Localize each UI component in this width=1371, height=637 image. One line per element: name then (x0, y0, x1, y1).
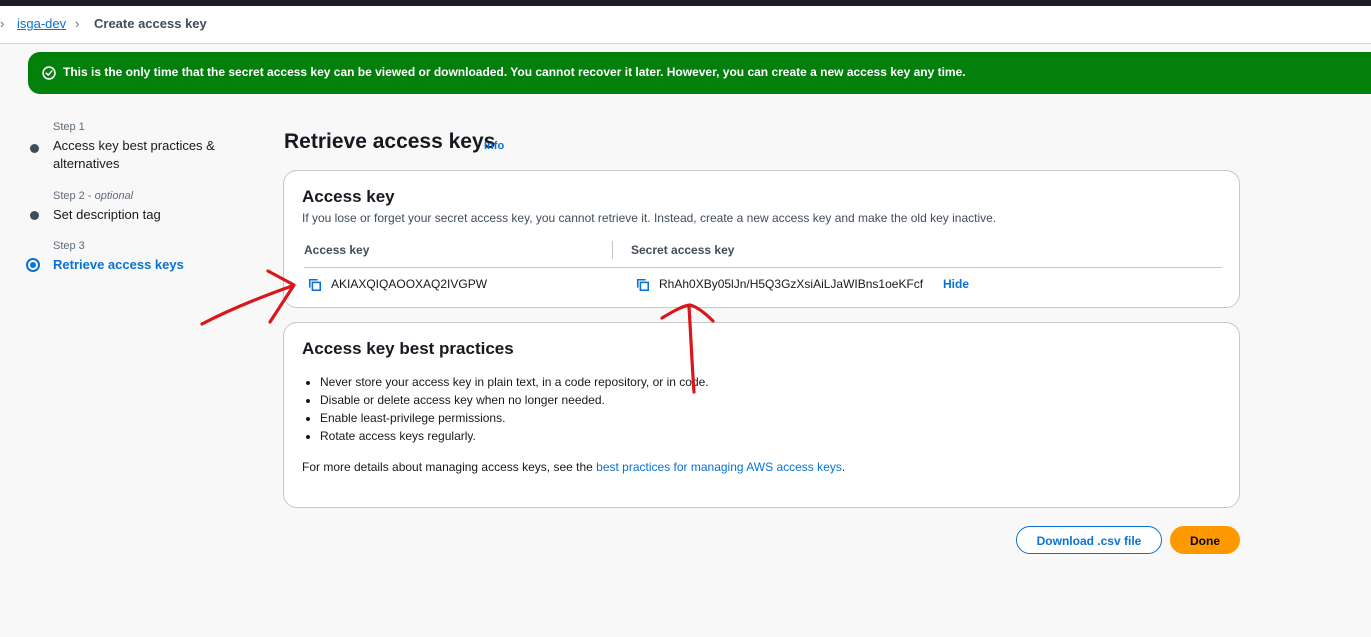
column-header-access-key: Access key (304, 243, 370, 257)
list-item: Enable least-privilege permissions. (320, 409, 709, 427)
best-practices-list: Never store your access key in plain tex… (302, 373, 709, 445)
flashbar-message: This is the only time that the secret ac… (63, 65, 966, 79)
step-label: Step 2 - optional (53, 190, 134, 202)
success-flashbar: This is the only time that the secret ac… (28, 52, 1371, 94)
step-name: Set description tag (53, 207, 161, 222)
access-key-description: If you lose or forget your secret access… (302, 211, 997, 225)
secret-access-key-value: RhAh0XBy05lJn/H5Q3GzXsiAiLJaWIBns1oeKFcf (659, 277, 924, 291)
copy-icon[interactable] (636, 278, 650, 292)
list-item: Disable or delete access key when no lon… (320, 391, 709, 409)
chevron-right-icon: › (0, 16, 5, 31)
best-practices-heading: Access key best practices (302, 339, 514, 358)
best-practices-link[interactable]: best practices for managing AWS access k… (596, 460, 842, 474)
list-item: Rotate access keys regularly. (320, 427, 709, 445)
check-circle-icon (42, 66, 56, 80)
copy-icon[interactable] (308, 278, 322, 292)
download-csv-button[interactable]: Download .csv file (1016, 526, 1162, 554)
more-details-text: For more details about managing access k… (302, 460, 846, 474)
page-title: Retrieve access keys (284, 130, 496, 153)
done-button[interactable]: Done (1170, 526, 1240, 554)
best-practices-container: Access key best practices Never store yo… (283, 322, 1240, 508)
key-table-header: Access key Secret access key (304, 241, 1222, 268)
step-current-icon (26, 258, 40, 272)
table-row: AKIAXQIQAOOXAQ2IVGPW RhAh0XBy05lJn/H5Q3G… (304, 277, 1222, 297)
access-key-container: Access key If you lose or forget your se… (283, 170, 1240, 308)
step-name: Retrieve access keys (53, 257, 184, 272)
list-item: Never store your access key in plain tex… (320, 373, 709, 391)
step-dot-icon (30, 144, 39, 153)
breadcrumb-current: Create access key (94, 16, 207, 31)
breadcrumb: › isga-dev › Create access key (0, 6, 1371, 44)
step-name: Access key best practices & alternatives (53, 138, 215, 171)
column-divider (612, 241, 613, 259)
access-key-heading: Access key (302, 187, 395, 206)
step-label: Step 3 (53, 240, 85, 252)
info-link[interactable]: Info (484, 140, 504, 152)
access-key-value: AKIAXQIQAOOXAQ2IVGPW (331, 277, 488, 291)
step-dot-icon (30, 211, 39, 220)
column-header-secret: Secret access key (631, 243, 735, 257)
chevron-right-icon: › (75, 16, 80, 31)
hide-secret-button[interactable]: Hide (943, 277, 969, 291)
breadcrumb-link-user[interactable]: isga-dev (17, 16, 66, 31)
step-label: Step 1 (53, 121, 85, 133)
step-optional: optional (94, 190, 134, 202)
